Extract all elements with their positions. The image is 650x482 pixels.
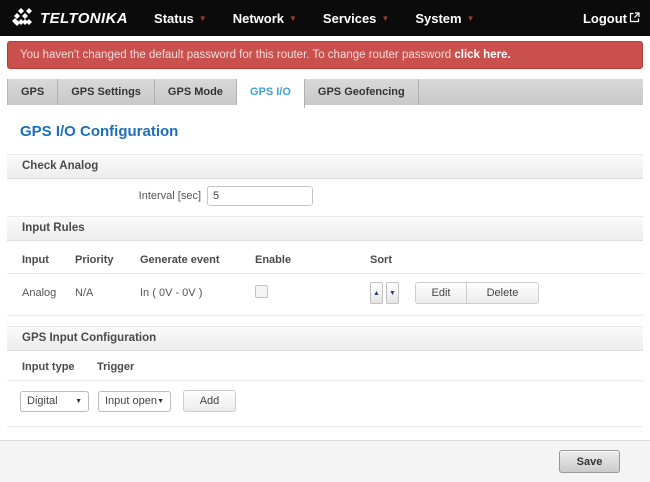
change-password-link[interactable]: click here. <box>454 49 510 61</box>
chevron-down-icon: ▼ <box>381 13 389 23</box>
chevron-down-icon: ▼ <box>467 13 475 23</box>
logout-button[interactable]: Logout <box>583 11 640 26</box>
sort-down-button[interactable]: ▼ <box>386 282 399 304</box>
cell-input: Analog <box>22 287 75 299</box>
cell-priority: N/A <box>75 287 140 299</box>
col-priority: Priority <box>75 254 140 266</box>
chevron-down-icon: ▼ <box>289 13 297 23</box>
save-button[interactable]: Save <box>559 450 620 473</box>
tab-gps-io[interactable]: GPS I/O <box>237 79 305 108</box>
trigger-value: Input open <box>105 395 157 407</box>
gps-input-controls: Digital ▼ Input open ▼ Add <box>7 381 643 423</box>
input-rules-header: Input Rules <box>7 216 643 241</box>
enable-checkbox[interactable] <box>255 285 268 298</box>
teltonika-logo: TELTONIKA <box>10 6 128 30</box>
edit-button[interactable]: Edit <box>415 282 467 304</box>
main-menu: Status ▼ Network ▼ Services ▼ System ▼ <box>154 11 474 26</box>
teltonika-chevrons-icon <box>10 6 35 30</box>
tab-gps-geofencing[interactable]: GPS Geofencing <box>305 79 419 105</box>
brand-text: TELTONIKA <box>40 10 128 27</box>
menu-label: Network <box>233 11 284 26</box>
tab-gps[interactable]: GPS <box>8 79 58 105</box>
menu-item-network[interactable]: Network ▼ <box>233 11 297 26</box>
table-row: Analog N/A In ( 0V - 0V ) ▲ ▼ Edit Delet… <box>7 274 643 312</box>
password-warning-banner: You haven't changed the default password… <box>7 41 643 69</box>
chevron-down-icon: ▼ <box>75 398 82 405</box>
trigger-label: Trigger <box>97 361 643 373</box>
sort-up-button[interactable]: ▲ <box>370 282 383 304</box>
gps-tab-bar: GPS GPS Settings GPS Mode GPS I/O GPS Ge… <box>7 79 643 105</box>
menu-label: Services <box>323 11 377 26</box>
interval-input[interactable] <box>207 186 313 206</box>
delete-button[interactable]: Delete <box>466 282 539 304</box>
tab-gps-settings[interactable]: GPS Settings <box>58 79 155 105</box>
footer-bar: Save <box>0 440 650 482</box>
gps-input-column-headers: Input type Trigger <box>7 351 643 381</box>
col-input: Input <box>22 254 75 266</box>
col-generate-event: Generate event <box>140 254 255 266</box>
input-type-value: Digital <box>27 395 58 407</box>
input-rules-section: Input Rules Input Priority Generate even… <box>7 216 643 316</box>
col-enable: Enable <box>255 254 370 266</box>
top-navbar: TELTONIKA Status ▼ Network ▼ Services ▼ … <box>0 0 650 36</box>
trigger-select[interactable]: Input open ▼ <box>98 391 171 412</box>
menu-item-system[interactable]: System ▼ <box>415 11 474 26</box>
interval-row: Interval [sec] <box>7 179 643 216</box>
warning-text: You haven't changed the default password… <box>20 49 454 61</box>
gps-input-config-header: GPS Input Configuration <box>7 326 643 351</box>
page-title: GPS I/O Configuration <box>20 123 650 140</box>
chevron-down-icon: ▼ <box>199 13 207 23</box>
menu-label: System <box>415 11 461 26</box>
cell-generate-event: In ( 0V - 0V ) <box>140 287 255 299</box>
gps-input-config-section: GPS Input Configuration Input type Trigg… <box>7 326 643 427</box>
check-analog-section: Check Analog Interval [sec] <box>7 154 643 216</box>
col-sort: Sort <box>370 254 415 266</box>
input-type-label: Input type <box>22 361 97 373</box>
tab-gps-mode[interactable]: GPS Mode <box>155 79 237 105</box>
logout-icon <box>629 11 640 23</box>
chevron-down-icon: ▼ <box>157 398 164 405</box>
sort-down-icon: ▼ <box>389 290 396 297</box>
menu-item-services[interactable]: Services ▼ <box>323 11 389 26</box>
interval-label: Interval [sec] <box>7 190 207 202</box>
menu-label: Status <box>154 11 194 26</box>
sort-controls: ▲ ▼ <box>370 282 415 304</box>
sort-up-icon: ▲ <box>373 290 380 297</box>
logout-label: Logout <box>583 11 627 26</box>
input-type-select[interactable]: Digital ▼ <box>20 391 89 412</box>
input-rules-column-headers: Input Priority Generate event Enable Sor… <box>7 241 643 274</box>
add-button[interactable]: Add <box>183 390 236 412</box>
row-actions: Edit Delete <box>415 282 643 304</box>
check-analog-header: Check Analog <box>7 154 643 179</box>
menu-item-status[interactable]: Status ▼ <box>154 11 207 26</box>
